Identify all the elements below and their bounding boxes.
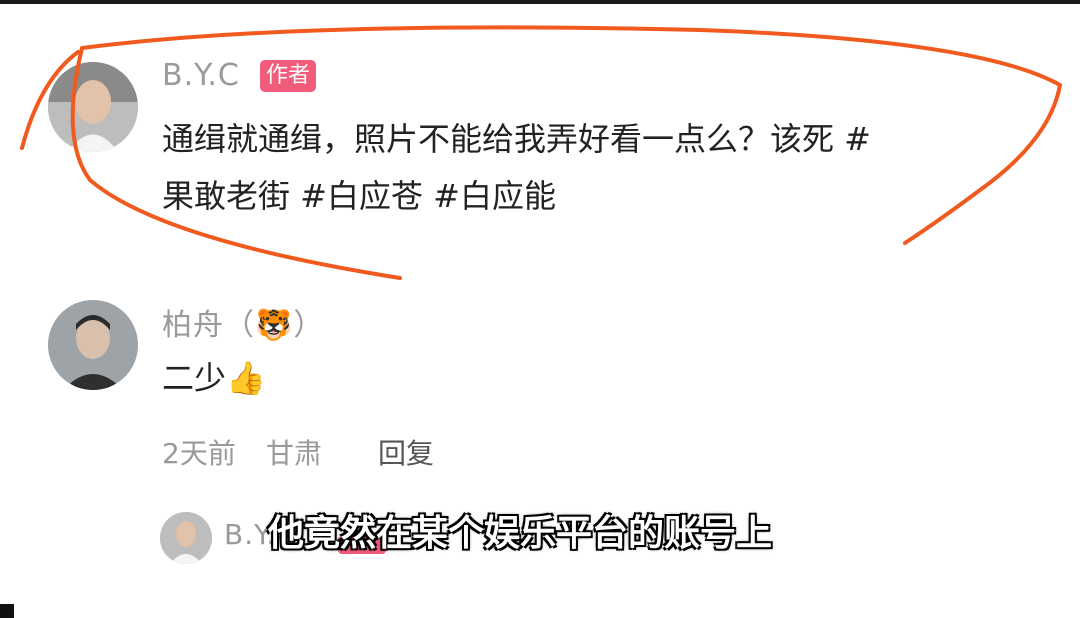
reply-username[interactable]: 柏舟（🐯） [162, 300, 324, 344]
reply-location: 甘肃 [266, 437, 323, 470]
top-edge-bar [0, 0, 1080, 4]
next-comment-avatar[interactable] [160, 512, 212, 564]
author-avatar[interactable] [48, 62, 138, 152]
author-comment-text-line1: 通缉就通缉，照片不能给我弄好看一点么？该死 # [162, 120, 871, 158]
reply-time: 2天前 [162, 437, 236, 470]
author-comment-text-line2: 果敢老街 #白应苍 #白应能 [162, 177, 556, 215]
author-username[interactable]: B.Y.C [162, 58, 240, 93]
video-subtitle: 他竟然在某个娱乐平台的账号上 [268, 513, 773, 554]
bottom-corner-mark [0, 604, 14, 618]
reply-button[interactable]: 回复 [378, 432, 434, 472]
author-badge: 作者 [260, 60, 317, 92]
reply-text: 二少👍 [162, 359, 266, 397]
reply-avatar[interactable] [48, 300, 138, 390]
